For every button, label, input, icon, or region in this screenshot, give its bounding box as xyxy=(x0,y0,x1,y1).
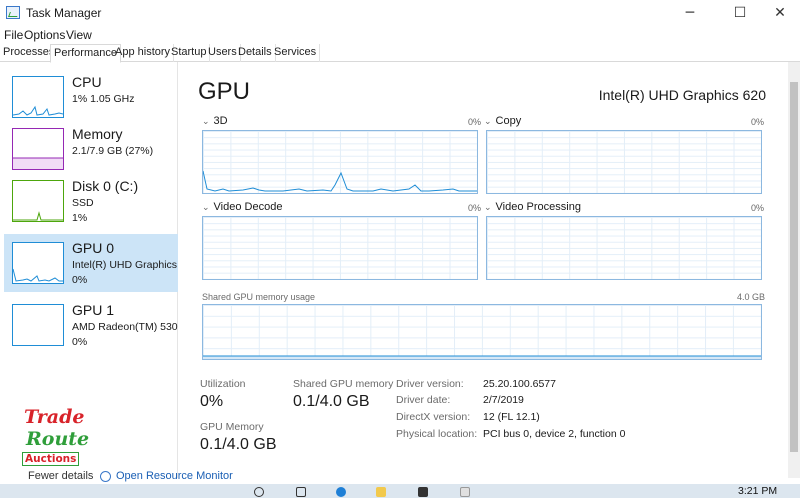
disk-thumbnail-graph xyxy=(12,180,64,222)
trade-route-auctions-logo: Trade Route Auctions xyxy=(18,406,100,476)
task-manager-icon xyxy=(6,6,20,19)
tab-services[interactable]: Services xyxy=(271,44,321,62)
graph-label-3d[interactable]: ⌄ 3D xyxy=(202,115,228,127)
sidebar-item-title: Memory xyxy=(72,126,123,142)
title-bar: Task Manager ─ ☐ ✕ xyxy=(0,0,800,26)
sidebar-item-title: GPU 0 xyxy=(72,240,115,256)
close-button[interactable]: ✕ xyxy=(758,0,800,26)
gpu-memory-value: 0.1/4.0 GB xyxy=(200,436,277,453)
graph-title: Video Decode xyxy=(213,201,283,213)
task-view-icon[interactable] xyxy=(296,487,306,497)
graph-title: 3D xyxy=(213,115,228,127)
chevron-down-icon: ⌄ xyxy=(484,203,492,213)
sidebar-item-title: GPU 1 xyxy=(72,302,115,318)
sidebar-item-detail: Intel(R) UHD Graphics 620 xyxy=(72,259,178,271)
clock[interactable]: 3:21 PM xyxy=(738,485,777,497)
sidebar-item-title: Disk 0 (C:) xyxy=(72,178,139,194)
open-resource-monitor-link[interactable]: Open Resource Monitor xyxy=(116,470,233,482)
shared-memory-graph-label: Shared GPU memory usage xyxy=(202,292,316,302)
logo-text-auctions: Auctions xyxy=(22,452,80,466)
vertical-scrollbar[interactable] xyxy=(788,62,800,478)
device-name: Intel(R) UHD Graphics 620 xyxy=(598,87,766,103)
graph-title: Copy xyxy=(495,115,522,127)
shared-memory-value: 0.1/4.0 GB xyxy=(293,393,370,410)
search-icon[interactable] xyxy=(254,487,264,497)
app-icon[interactable] xyxy=(460,487,470,497)
physical-location-value: PCI bus 0, device 2, function 0 xyxy=(483,428,626,440)
graph-percent: 0% xyxy=(751,117,765,127)
footer: Fewer details Open Resource Monitor xyxy=(0,468,800,484)
directx-version-label: DirectX version: xyxy=(396,411,471,423)
menu-file[interactable]: File xyxy=(4,28,23,42)
tab-bar: Processes Performance App history Startu… xyxy=(0,44,800,63)
file-explorer-icon[interactable] xyxy=(376,487,386,497)
page-title: GPU xyxy=(198,78,251,105)
sidebar-item-title: CPU xyxy=(72,74,102,90)
graph-video-processing xyxy=(486,216,762,280)
graph-title: Video Processing xyxy=(495,201,581,213)
graph-percent: 0% xyxy=(468,117,482,127)
graph-video-decode xyxy=(202,216,478,280)
chevron-down-icon: ⌄ xyxy=(202,117,210,127)
graph-copy xyxy=(486,130,762,194)
sidebar-item-detail: AMD Radeon(TM) 530 xyxy=(72,321,178,333)
scrollbar-thumb[interactable] xyxy=(790,82,798,452)
logo-text-trade: Trade xyxy=(24,406,85,428)
sidebar-item-usage: 0% xyxy=(72,336,88,348)
sidebar-item-usage: 0% xyxy=(72,274,88,286)
menu-bar: File Options View xyxy=(0,26,800,44)
utilization-label: Utilization xyxy=(200,378,246,390)
gpu1-thumbnail-graph xyxy=(12,304,64,346)
sidebar-item-detail: 1% 1.05 GHz xyxy=(72,93,135,105)
graph-3d xyxy=(202,130,478,194)
sidebar-item-detail: SSD xyxy=(72,197,94,209)
directx-version-value: 12 (FL 12.1) xyxy=(483,411,540,423)
graph-label-video-decode[interactable]: ⌄ Video Decode xyxy=(202,201,282,213)
logo-text-route: Route xyxy=(26,428,90,450)
tab-app-history[interactable]: App history xyxy=(112,44,175,62)
shared-memory-max: 4.0 GB xyxy=(737,292,766,302)
window-title: Task Manager xyxy=(26,6,102,20)
sidebar-item-disk[interactable]: Disk 0 (C:) SSD 1% xyxy=(4,172,178,230)
gpu-memory-label: GPU Memory xyxy=(200,421,264,433)
graph-label-video-processing[interactable]: ⌄ Video Processing xyxy=(484,201,581,213)
minimize-button[interactable]: ─ xyxy=(668,0,712,26)
tab-details[interactable]: Details xyxy=(235,44,276,62)
sidebar-item-gpu0[interactable]: GPU 0 Intel(R) UHD Graphics 620 0% xyxy=(4,234,178,292)
resource-monitor-icon xyxy=(100,471,111,482)
driver-version-label: Driver version: xyxy=(396,378,464,390)
graph-shared-memory xyxy=(202,304,762,360)
edge-icon[interactable] xyxy=(336,487,346,497)
taskbar: 3:21 PM xyxy=(0,484,800,498)
physical-location-label: Physical location: xyxy=(396,428,478,440)
memory-thumbnail-graph xyxy=(12,128,64,170)
driver-date-value: 2/7/2019 xyxy=(483,394,524,406)
sidebar-item-memory[interactable]: Memory 2.1/7.9 GB (27%) xyxy=(4,120,178,178)
driver-version-value: 25.20.100.6577 xyxy=(483,378,556,390)
utilization-value: 0% xyxy=(200,393,224,410)
cpu-thumbnail-graph xyxy=(12,76,64,118)
sidebar-item-usage: 1% xyxy=(72,212,88,224)
chevron-down-icon: ⌄ xyxy=(202,203,210,213)
store-icon[interactable] xyxy=(418,487,428,497)
graph-label-copy[interactable]: ⌄ Copy xyxy=(484,115,521,127)
chevron-down-icon: ⌄ xyxy=(484,117,492,127)
graph-percent: 0% xyxy=(468,203,482,213)
menu-view[interactable]: View xyxy=(66,28,92,42)
sidebar-item-gpu1[interactable]: GPU 1 AMD Radeon(TM) 530 0% xyxy=(4,296,178,354)
gpu0-thumbnail-graph xyxy=(12,242,64,284)
sidebar-item-cpu[interactable]: CPU 1% 1.05 GHz xyxy=(4,68,178,126)
tab-performance[interactable]: Performance xyxy=(50,44,121,63)
graph-percent: 0% xyxy=(751,203,765,213)
shared-memory-label: Shared GPU memory xyxy=(293,378,394,390)
menu-options[interactable]: Options xyxy=(24,28,65,42)
sidebar-item-detail: 2.1/7.9 GB (27%) xyxy=(72,145,154,157)
driver-date-label: Driver date: xyxy=(396,394,451,406)
maximize-button[interactable]: ☐ xyxy=(718,0,762,26)
